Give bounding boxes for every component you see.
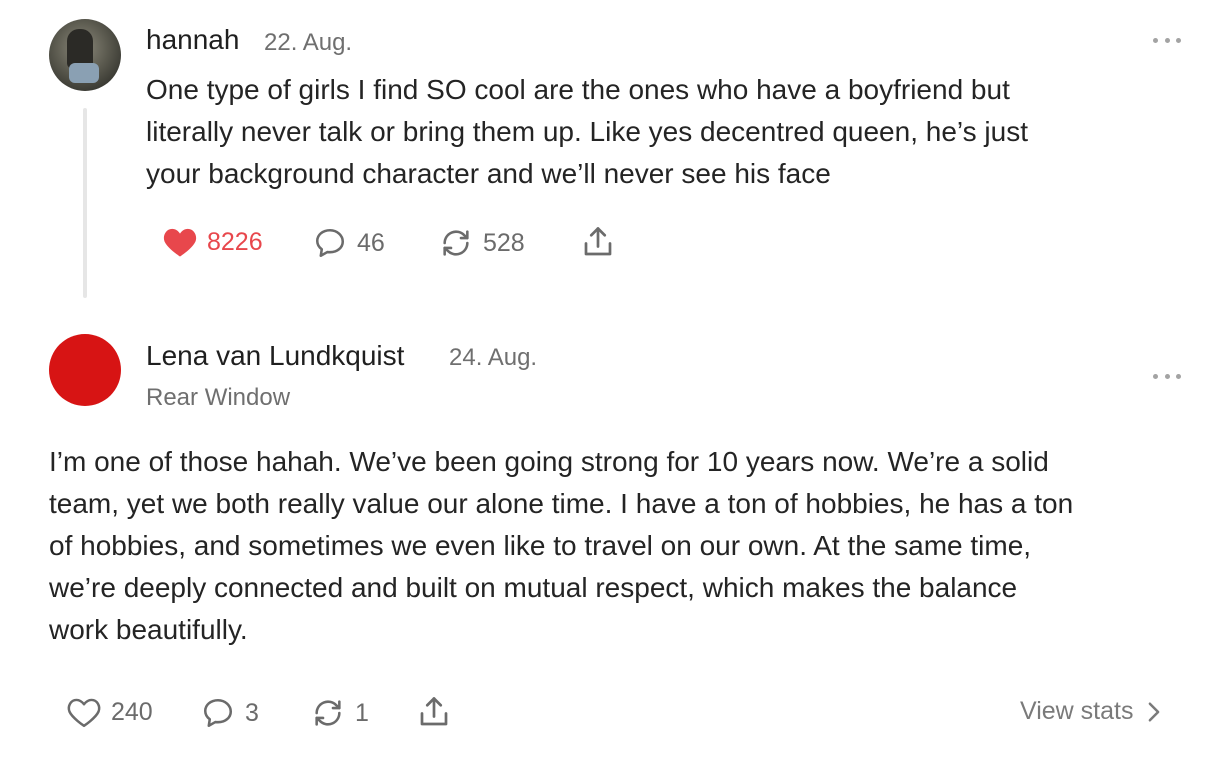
restack-icon <box>443 230 469 256</box>
post-line: literally never talk or bring them up. L… <box>146 116 1028 147</box>
like-button[interactable]: 8226 <box>162 226 263 258</box>
share-button[interactable] <box>580 224 616 260</box>
comment-count: 3 <box>245 698 259 727</box>
post-line: One type of girls I find SO cool are the… <box>146 74 1010 105</box>
like-count: 240 <box>111 697 153 726</box>
post-line: team, yet we both really value our alone… <box>49 488 1074 519</box>
comment-icon <box>315 228 345 258</box>
like-count: 8226 <box>207 227 263 256</box>
restack-count: 528 <box>483 228 525 257</box>
author-name[interactable]: hannah <box>146 24 239 56</box>
comment-button[interactable]: 3 <box>200 696 259 730</box>
view-stats-link[interactable]: View stats <box>1020 697 1161 726</box>
share-icon <box>584 227 612 256</box>
post-date[interactable]: 22. Aug. <box>264 29 352 57</box>
heart-outline-icon <box>67 698 101 728</box>
restack-icon <box>315 700 341 726</box>
thread-line <box>83 108 87 298</box>
restack-button[interactable]: 528 <box>438 226 525 260</box>
post-line: I’m one of those hahah. We’ve been going… <box>49 446 1049 477</box>
restack-button[interactable]: 1 <box>310 696 369 730</box>
avatar-lena[interactable] <box>49 334 121 406</box>
post-line: we’re deeply connected and built on mutu… <box>49 572 1018 603</box>
more-options-icon[interactable] <box>1153 36 1181 44</box>
share-icon <box>420 697 448 726</box>
post-line: of hobbies, and sometimes we even like t… <box>49 530 1032 561</box>
post-line: your background character and we’ll neve… <box>146 158 831 189</box>
heart-filled-icon <box>163 228 197 257</box>
chevron-right-icon <box>1149 702 1160 721</box>
post-line: work beautifully. <box>49 614 248 645</box>
post-body: One type of girls I find SO cool are the… <box>146 69 1028 195</box>
comment-icon <box>203 698 233 728</box>
comment-count: 46 <box>357 228 385 257</box>
author-publication[interactable]: Rear Window <box>146 384 290 412</box>
avatar-hannah[interactable] <box>49 19 121 91</box>
post-body: I’m one of those hahah. We’ve been going… <box>49 441 1073 651</box>
more-options-icon[interactable] <box>1153 372 1181 380</box>
avatar-photo-detail <box>69 63 99 83</box>
author-name[interactable]: Lena van Lundkquist <box>146 340 404 372</box>
view-stats-label: View stats <box>1020 697 1134 725</box>
like-button[interactable]: 240 <box>66 696 153 728</box>
comment-button[interactable]: 46 <box>312 226 385 260</box>
restack-count: 1 <box>355 698 369 727</box>
post-date[interactable]: 24. Aug. <box>449 344 537 372</box>
share-button[interactable] <box>416 694 452 730</box>
